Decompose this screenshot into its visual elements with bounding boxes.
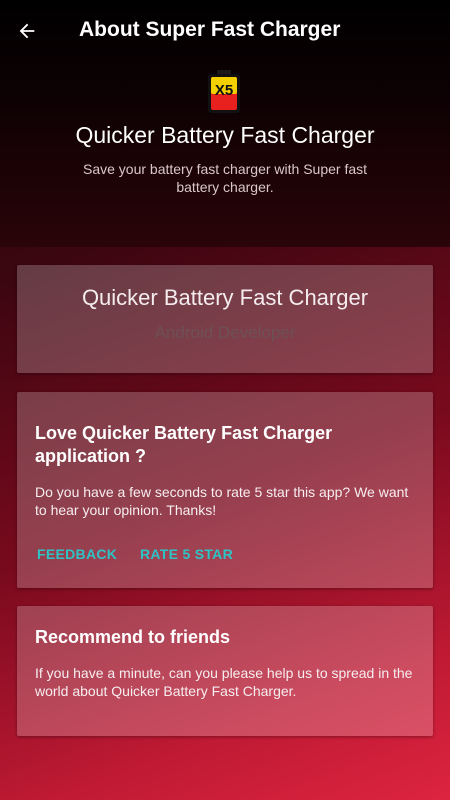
back-button[interactable] <box>12 16 42 46</box>
rate-card-title: Love Quicker Battery Fast Charger applic… <box>35 423 333 466</box>
about-header: About Super Fast Charger X5 Quicker Batt… <box>0 0 450 247</box>
rate-card: Love Quicker Battery Fast Charger applic… <box>17 392 433 588</box>
header-app-name: Quicker Battery Fast Charger <box>75 122 375 148</box>
developer-card: Quicker Battery Fast Charger Android Dev… <box>17 265 433 373</box>
battery-x5-icon: X5 <box>208 70 240 113</box>
recommend-card-body: If you have a minute, can you please hel… <box>35 665 413 699</box>
toolbar: About Super Fast Charger <box>0 0 450 64</box>
app-icon-text: X5 <box>215 82 233 99</box>
toolbar-title: About Super Fast Charger <box>79 18 341 41</box>
rate-card-body: Do you have a few seconds to rate 5 star… <box>35 484 409 518</box>
rate-5-star-button[interactable]: RATE 5 STAR <box>140 546 233 562</box>
header-description: Save your battery fast charger with Supe… <box>82 161 368 195</box>
recommend-card[interactable]: Recommend to friends If you have a minut… <box>17 606 433 736</box>
developer-card-app-name: Quicker Battery Fast Charger <box>81 285 369 310</box>
developer-card-developer: Android Developer <box>154 323 296 342</box>
feedback-button[interactable]: FEEDBACK <box>37 546 117 562</box>
recommend-card-title: Recommend to friends <box>35 627 231 647</box>
arrow-left-icon <box>19 23 35 39</box>
